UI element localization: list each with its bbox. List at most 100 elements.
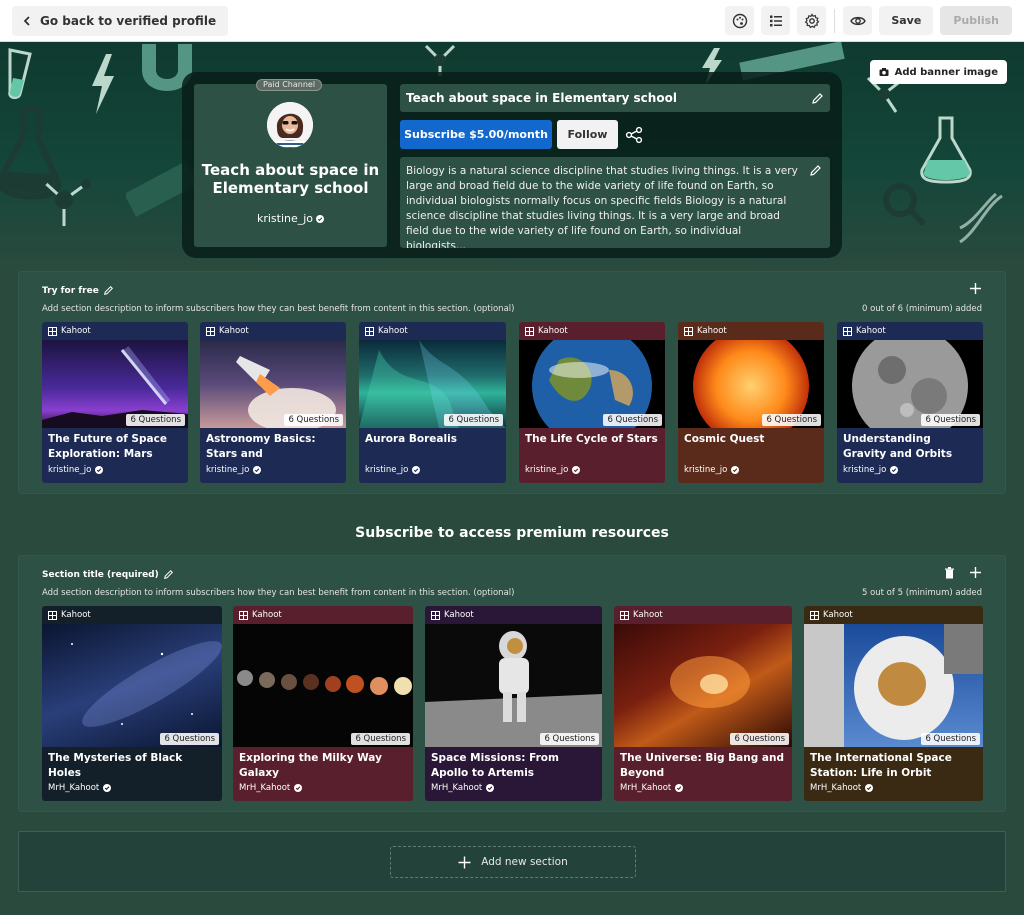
card-type-label: Kahoot bbox=[200, 322, 346, 340]
magnifier-icon bbox=[883, 183, 926, 226]
premium-section: Section title (required) Add section des… bbox=[18, 555, 1006, 812]
card-type-label: Kahoot bbox=[519, 322, 665, 340]
card-author: MrH_Kahoot bbox=[810, 783, 874, 793]
list-button[interactable] bbox=[761, 6, 791, 35]
back-label: Go back to verified profile bbox=[40, 13, 217, 28]
card-title: The Universe: Big Bang and Beyond bbox=[620, 752, 784, 779]
channel-title-field[interactable]: Teach about space in Elementary school bbox=[400, 84, 830, 112]
camera-icon bbox=[879, 68, 889, 76]
kahoot-card[interactable]: Kahoot 6 Questions The Mysteries of Blac… bbox=[42, 606, 222, 801]
card-title: The International Space Station: Life in… bbox=[810, 752, 952, 779]
trash-icon[interactable] bbox=[944, 567, 955, 579]
subscribe-button[interactable]: Subscribe $5.00/month bbox=[400, 120, 552, 149]
card-type-label: Kahoot bbox=[614, 606, 792, 624]
publish-button[interactable]: Publish bbox=[940, 6, 1012, 35]
grid-icon bbox=[48, 610, 57, 620]
channel-info-card: Paid Channel Teach about space in Elemen… bbox=[182, 72, 842, 258]
section-description[interactable]: Add section description to inform subscr… bbox=[42, 588, 514, 598]
questions-badge: 6 Questions bbox=[921, 414, 980, 426]
questions-badge: 6 Questions bbox=[540, 733, 599, 745]
paid-channel-badge: Paid Channel bbox=[256, 79, 323, 91]
pencil-icon[interactable] bbox=[811, 92, 824, 105]
kahoot-card[interactable]: Kahoot 6 Questions Understanding Gravity… bbox=[837, 322, 983, 483]
card-title: Cosmic Quest bbox=[684, 433, 765, 445]
toolbar-divider bbox=[834, 8, 836, 33]
channel-description-field[interactable]: Biology is a natural science discipline … bbox=[400, 157, 830, 248]
pencil-icon[interactable] bbox=[809, 164, 822, 177]
add-kahoot-plus-icon[interactable] bbox=[969, 566, 982, 579]
questions-badge: 6 Questions bbox=[921, 733, 980, 745]
verified-icon bbox=[412, 466, 421, 474]
moon-phases-image bbox=[237, 670, 412, 695]
pencil-icon[interactable] bbox=[103, 285, 114, 296]
kahoot-card[interactable]: Kahoot 6 Questions The International Spa… bbox=[804, 606, 983, 801]
settings-button[interactable] bbox=[797, 6, 827, 35]
channel-author[interactable]: kristine_jo bbox=[194, 212, 387, 225]
card-thumbnail: 6 Questions bbox=[42, 340, 188, 428]
card-author: kristine_jo bbox=[206, 465, 262, 475]
verified-icon bbox=[675, 784, 684, 792]
plus-icon bbox=[458, 856, 471, 868]
card-title: Exploring the Milky Way Galaxy bbox=[239, 752, 382, 779]
grid-icon bbox=[48, 326, 57, 336]
preview-button[interactable] bbox=[843, 6, 873, 35]
kahoot-card[interactable]: Kahoot 6 Questions Astronomy Basics: Sta… bbox=[200, 322, 346, 483]
verified-icon bbox=[316, 214, 325, 223]
add-kahoot-plus-icon[interactable] bbox=[969, 282, 982, 295]
theme-button[interactable] bbox=[725, 6, 755, 35]
lightning-icon bbox=[92, 54, 114, 114]
section-title[interactable]: Section title (required) bbox=[42, 569, 174, 580]
questions-badge: 6 Questions bbox=[126, 414, 185, 426]
add-banner-image-button[interactable]: Add banner image bbox=[869, 60, 1007, 84]
galaxy-image bbox=[71, 641, 222, 727]
card-type-label: Kahoot bbox=[359, 322, 506, 340]
card-author: kristine_jo bbox=[684, 465, 740, 475]
questions-badge: 6 Questions bbox=[351, 733, 410, 745]
avatar[interactable] bbox=[267, 102, 313, 148]
add-new-section-button[interactable]: Add new section bbox=[390, 846, 636, 878]
spacewalk-image bbox=[804, 624, 983, 747]
verified-icon bbox=[253, 466, 262, 474]
channel-title-value: Teach about space in Elementary school bbox=[406, 91, 677, 105]
verified-icon bbox=[95, 466, 104, 474]
follow-button[interactable]: Follow bbox=[557, 120, 618, 149]
save-button[interactable]: Save bbox=[879, 6, 934, 35]
grid-icon bbox=[525, 326, 534, 336]
verified-icon bbox=[103, 784, 112, 792]
kahoot-card[interactable]: Kahoot 6 Questions The Universe: Big Ban… bbox=[614, 606, 792, 801]
kahoot-card[interactable]: Kahoot 6 Questions The Life Cycle of Sta… bbox=[519, 322, 665, 483]
nebula-image bbox=[670, 656, 750, 708]
kahoot-card[interactable]: Kahoot 6 Questions Aurora Borealis krist… bbox=[359, 322, 506, 483]
kahoot-card[interactable]: Kahoot 6 Questions Space Missions: From … bbox=[425, 606, 602, 801]
premium-heading: Subscribe to access premium resources bbox=[355, 525, 669, 541]
section-description[interactable]: Add section description to inform subscr… bbox=[42, 304, 514, 314]
kahoot-card[interactable]: Kahoot 6 Questions Cosmic Quest kristine… bbox=[678, 322, 824, 483]
card-author: MrH_Kahoot bbox=[239, 783, 303, 793]
astronaut-moon-image bbox=[425, 631, 602, 747]
card-type-label: Kahoot bbox=[804, 606, 983, 624]
card-title: Aurora Borealis bbox=[365, 433, 457, 445]
card-title: Understanding Gravity and Orbits bbox=[843, 433, 953, 460]
channel-title: Teach about space in Elementary school bbox=[201, 161, 380, 197]
verified-icon bbox=[865, 784, 874, 792]
card-thumbnail: 6 Questions bbox=[804, 624, 983, 747]
back-to-profile-button[interactable]: Go back to verified profile bbox=[12, 5, 229, 36]
card-thumbnail: 6 Questions bbox=[614, 624, 792, 747]
channel-preview: Paid Channel Teach about space in Elemen… bbox=[194, 79, 387, 247]
share-icon[interactable] bbox=[625, 126, 643, 144]
card-thumbnail: 6 Questions bbox=[200, 340, 346, 428]
pencil-icon[interactable] bbox=[163, 569, 174, 580]
avatar-image bbox=[267, 102, 313, 148]
section-title[interactable]: Try for free bbox=[42, 285, 114, 296]
questions-badge: 6 Questions bbox=[603, 414, 662, 426]
card-author: kristine_jo bbox=[48, 465, 104, 475]
card-author: MrH_Kahoot bbox=[431, 783, 495, 793]
section-count: 0 out of 6 (minimum) added bbox=[861, 304, 982, 314]
molecule-icon bbox=[36, 174, 91, 226]
card-thumbnail: 6 Questions bbox=[359, 340, 506, 428]
grid-icon bbox=[365, 326, 374, 336]
kahoot-card[interactable]: Kahoot 6 Questions Exploring the Milky W… bbox=[233, 606, 413, 801]
grid-icon bbox=[684, 326, 693, 336]
kahoot-card[interactable]: Kahoot 6 Questions The Future of Space E… bbox=[42, 322, 188, 483]
add-section-area: Add new section bbox=[18, 831, 1006, 892]
